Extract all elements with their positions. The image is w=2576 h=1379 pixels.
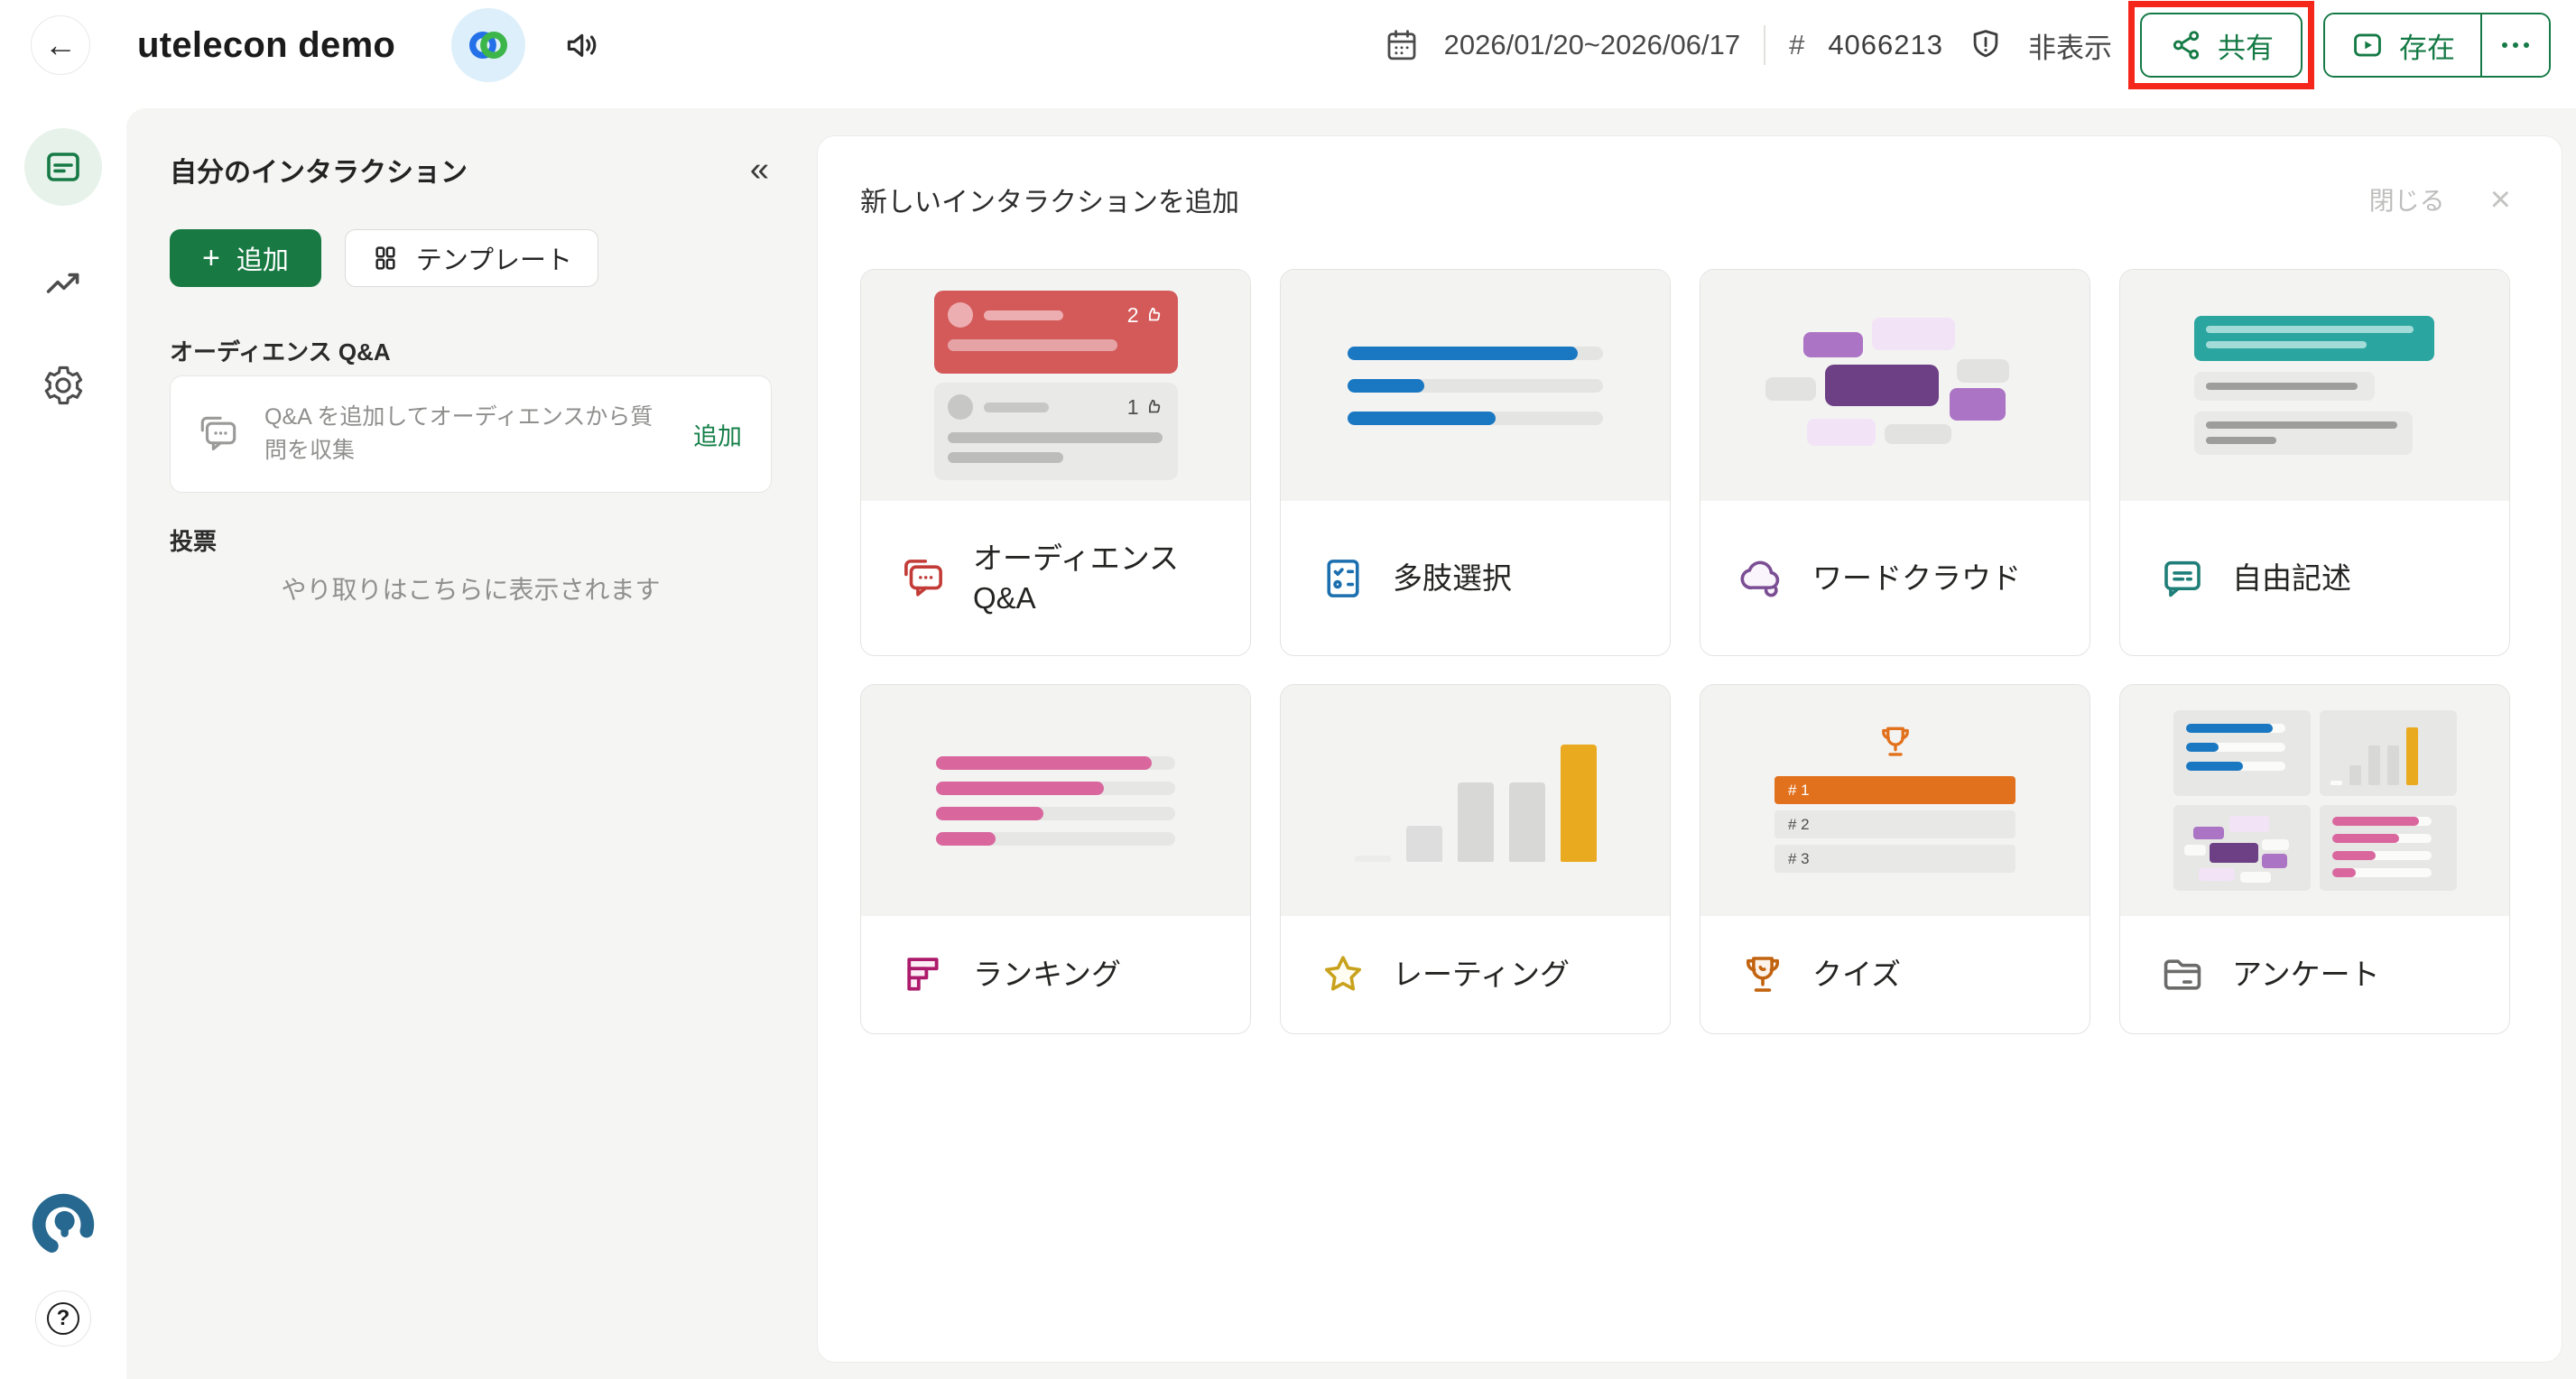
- quiz-illustration: # 1 # 2 # 3: [1700, 685, 2090, 916]
- sidebar-item-analytics[interactable]: [42, 264, 85, 307]
- sidebar-item-interactions[interactable]: [24, 128, 102, 206]
- qa-chat-icon: [899, 554, 948, 603]
- rating-star-icon: [1319, 950, 1367, 999]
- back-arrow-icon: ←: [44, 26, 77, 64]
- red-annotation-box: 共有: [2128, 1, 2314, 89]
- top-bar: ← utelecon demo 2026/01/20~2026/06/17 # …: [0, 0, 2576, 90]
- present-button[interactable]: 存在: [2325, 14, 2480, 76]
- panel-heading: 新しいインタラクションを追加: [860, 180, 1239, 219]
- divider: [1764, 25, 1765, 65]
- card-quiz[interactable]: # 1 # 2 # 3 クイズ: [1700, 684, 2090, 1034]
- share-nodes-icon: [2169, 28, 2203, 62]
- event-meta: 2026/01/20~2026/06/17 # 4066213 非表示: [1383, 25, 2112, 66]
- card-open-text[interactable]: 自由記述: [2119, 269, 2510, 656]
- close-button[interactable]: 閉じる: [2364, 180, 2451, 218]
- hash-icon: #: [1789, 29, 1804, 61]
- more-options-icon: [2502, 42, 2507, 48]
- polls-empty-text: やり取りはこちらに表示されます: [170, 570, 772, 606]
- present-button-group: 存在: [2323, 13, 2551, 78]
- open-text-illustration: [2120, 270, 2509, 501]
- qa-section-label: オーディエンス Q&A: [170, 334, 391, 367]
- ranking-icon: [899, 950, 948, 999]
- question-mark-icon: ?: [47, 1302, 79, 1335]
- webex-logo: [451, 8, 525, 82]
- card-label: ランキング: [973, 955, 1121, 995]
- card-rating[interactable]: レーティング: [1280, 684, 1671, 1034]
- card-ranking[interactable]: ランキング: [860, 684, 1251, 1034]
- webex-rings-icon: [465, 22, 512, 69]
- date-range[interactable]: 2026/01/20~2026/06/17: [1444, 29, 1740, 61]
- sidebar-item-settings[interactable]: [41, 363, 86, 408]
- qa-illustration: 2: [861, 270, 1250, 501]
- qa-empty-text: Q&A を追加してオーディエンスから質問を収集: [264, 401, 666, 467]
- event-code: 4066213: [1828, 29, 1943, 61]
- left-rail: ?: [0, 90, 126, 1379]
- shield-alert-icon: [1967, 26, 2005, 64]
- chat-bubbles-icon: [196, 412, 241, 457]
- card-survey[interactable]: アンケート: [2119, 684, 2510, 1034]
- slido-logo: [28, 1189, 98, 1260]
- more-options-button[interactable]: [2482, 14, 2549, 76]
- survey-illustration: [2120, 685, 2509, 916]
- visibility-toggle[interactable]: 非表示: [2028, 25, 2112, 66]
- interaction-type-grid: 2: [860, 269, 2510, 1034]
- card-label: クイズ: [1812, 955, 1901, 995]
- quiz-trophy-icon: [1738, 950, 1787, 999]
- event-title: utelecon demo: [137, 25, 395, 66]
- card-label: 自由記述: [2232, 559, 2351, 598]
- card-audience-qa[interactable]: 2: [860, 269, 1251, 656]
- close-icon[interactable]: ×: [2485, 180, 2516, 218]
- help-button[interactable]: ?: [35, 1291, 91, 1347]
- workspace: 自分のインタラクション « + 追加 テンプレート オーディエンス Q&A: [126, 108, 2576, 1379]
- chevrons-left-icon: «: [750, 151, 769, 189]
- mini-ranking: [2320, 805, 2457, 891]
- rating-illustration: [1281, 685, 1670, 916]
- polls-section-label: 投票: [170, 523, 217, 557]
- mini-rating: [2320, 710, 2457, 796]
- templates-button[interactable]: テンプレート: [345, 229, 598, 287]
- card-label: レーティング: [1393, 955, 1570, 995]
- card-label: オーディエンス Q&A: [973, 539, 1194, 618]
- add-interaction-panel: 新しいインタラクションを追加 閉じる × 2: [817, 135, 2562, 1363]
- share-button[interactable]: 共有: [2140, 13, 2303, 78]
- megaphone-icon: [563, 25, 603, 65]
- card-word-cloud[interactable]: ワードクラウド: [1700, 269, 2090, 656]
- gear-icon: [41, 363, 86, 408]
- multiple-choice-icon: [1319, 554, 1367, 603]
- word-cloud-icon: [1738, 554, 1787, 603]
- add-interaction-button[interactable]: + 追加: [170, 229, 321, 287]
- survey-folder-icon: [2158, 950, 2207, 999]
- card-label: アンケート: [2232, 955, 2380, 995]
- card-multiple-choice[interactable]: 多肢選択: [1280, 269, 1671, 656]
- present-label: 存在: [2399, 25, 2455, 66]
- qa-empty-card: Q&A を追加してオーディエンスから質問を収集 追加: [170, 375, 772, 493]
- share-label: 共有: [2218, 25, 2274, 66]
- trending-up-icon: [42, 264, 85, 307]
- trophy-icon: [1876, 722, 1915, 762]
- thumbs-up-icon: [1144, 397, 1164, 417]
- panel-title: 自分のインタラクション: [170, 150, 468, 190]
- thumbs-up-icon: [1144, 305, 1164, 325]
- templates-label: テンプレート: [416, 239, 572, 277]
- back-button[interactable]: ←: [31, 15, 90, 75]
- grid-icon: [371, 244, 400, 273]
- collapse-panel-button[interactable]: «: [743, 151, 776, 190]
- present-play-icon: [2350, 28, 2385, 62]
- word-cloud-illustration: [1700, 270, 2090, 501]
- qa-add-link[interactable]: 追加: [690, 413, 746, 456]
- mini-word-cloud: [2173, 805, 2311, 891]
- interactions-icon: [42, 145, 85, 189]
- calendar-icon: [1383, 26, 1421, 64]
- add-label: 追加: [236, 239, 289, 277]
- card-label: ワードクラウド: [1812, 559, 2021, 598]
- announce-button[interactable]: [556, 18, 610, 72]
- multiple-choice-illustration: [1281, 270, 1670, 501]
- ranking-illustration: [861, 685, 1250, 916]
- card-label: 多肢選択: [1393, 559, 1512, 598]
- open-text-icon: [2158, 554, 2207, 603]
- mini-choice: [2173, 710, 2311, 796]
